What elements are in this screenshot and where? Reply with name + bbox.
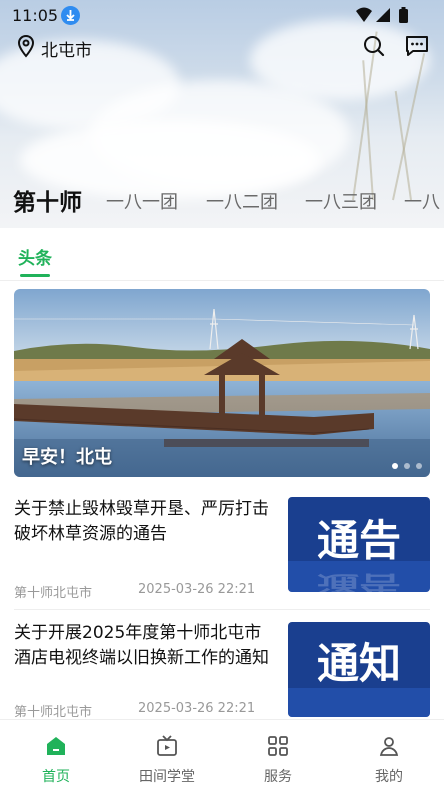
system-icons (354, 6, 414, 30)
divider (0, 280, 444, 281)
location-pin-icon (17, 34, 35, 62)
thumb-text: 通告 (317, 516, 401, 565)
person-icon (339, 734, 439, 762)
bottom-nav: 首页 田间学堂 服务 我的 (0, 719, 444, 789)
search-icon[interactable] (362, 34, 386, 62)
nav-services[interactable]: 服务 (228, 734, 328, 786)
tab-region[interactable]: 一八 (404, 188, 440, 214)
nav-field-school[interactable]: 田间学堂 (117, 734, 217, 786)
grid-icon (228, 734, 328, 762)
tab-region[interactable]: 一八一团 (106, 188, 178, 214)
nav-me[interactable]: 我的 (339, 734, 439, 786)
news-date: 2025-03-26 22:21 (138, 582, 256, 597)
banner-caption: 早安！北屯 (22, 447, 112, 468)
carousel-dots (392, 463, 422, 469)
news-thumbnail: 通知 (288, 622, 430, 717)
tab-headlines[interactable]: 头条 (18, 244, 52, 269)
news-item[interactable]: 关于开展2025年度第十师北屯市酒店电视终端以旧换新工作的通知 第十师北屯市 2… (14, 621, 430, 721)
tab-region[interactable]: 一八二团 (206, 188, 278, 214)
nav-label: 首页 (42, 769, 70, 785)
status-time: 11:05 (12, 6, 59, 25)
carousel-dot[interactable] (392, 463, 398, 469)
carousel-dot[interactable] (416, 463, 422, 469)
thumb-reflection: 通告 (317, 571, 401, 592)
nav-home[interactable]: 首页 (6, 734, 106, 786)
carousel-dot[interactable] (404, 463, 410, 469)
home-icon (6, 734, 106, 762)
region-tabs: 第十师 一八一团 一八二团 一八三团 一八 (0, 180, 444, 220)
news-thumbnail: 通告 通告 (288, 497, 430, 592)
nav-label: 服务 (264, 769, 292, 785)
banner-carousel[interactable]: 早安！北屯 (14, 289, 430, 477)
tv-icon (117, 734, 217, 762)
battery-icon (399, 7, 408, 23)
download-icon (61, 6, 80, 25)
wifi-icon (356, 7, 372, 22)
nav-label: 我的 (375, 769, 403, 785)
news-source: 第十师北屯市 (14, 586, 93, 601)
content-sheet: 头条 早安！北屯 关于禁止毁林毁草开垦、严厉打击破坏林草资源的通告 第十师北屯市… (0, 228, 444, 789)
location-label: 北屯市 (41, 40, 92, 61)
signal-icon (376, 8, 390, 22)
message-icon[interactable] (404, 34, 430, 62)
active-tab-indicator (20, 274, 50, 277)
news-item[interactable]: 关于禁止毁林毁草开垦、严厉打击破坏林草资源的通告 第十师北屯市 2025-03-… (14, 497, 430, 601)
news-date: 2025-03-26 22:21 (138, 701, 256, 716)
tab-region[interactable]: 一八三团 (305, 188, 377, 214)
location-selector[interactable]: 北屯市 (17, 34, 92, 62)
news-title: 关于禁止毁林毁草开垦、严厉打击破坏林草资源的通告 (14, 499, 269, 544)
news-title: 关于开展2025年度第十师北屯市酒店电视终端以旧换新工作的通知 (14, 623, 269, 668)
tab-region[interactable]: 第十师 (13, 183, 82, 217)
nav-label: 田间学堂 (139, 769, 195, 785)
divider (14, 609, 430, 610)
news-source: 第十师北屯市 (14, 705, 93, 720)
thumb-text: 通知 (317, 639, 401, 688)
status-bar: 11:05 (0, 0, 444, 32)
